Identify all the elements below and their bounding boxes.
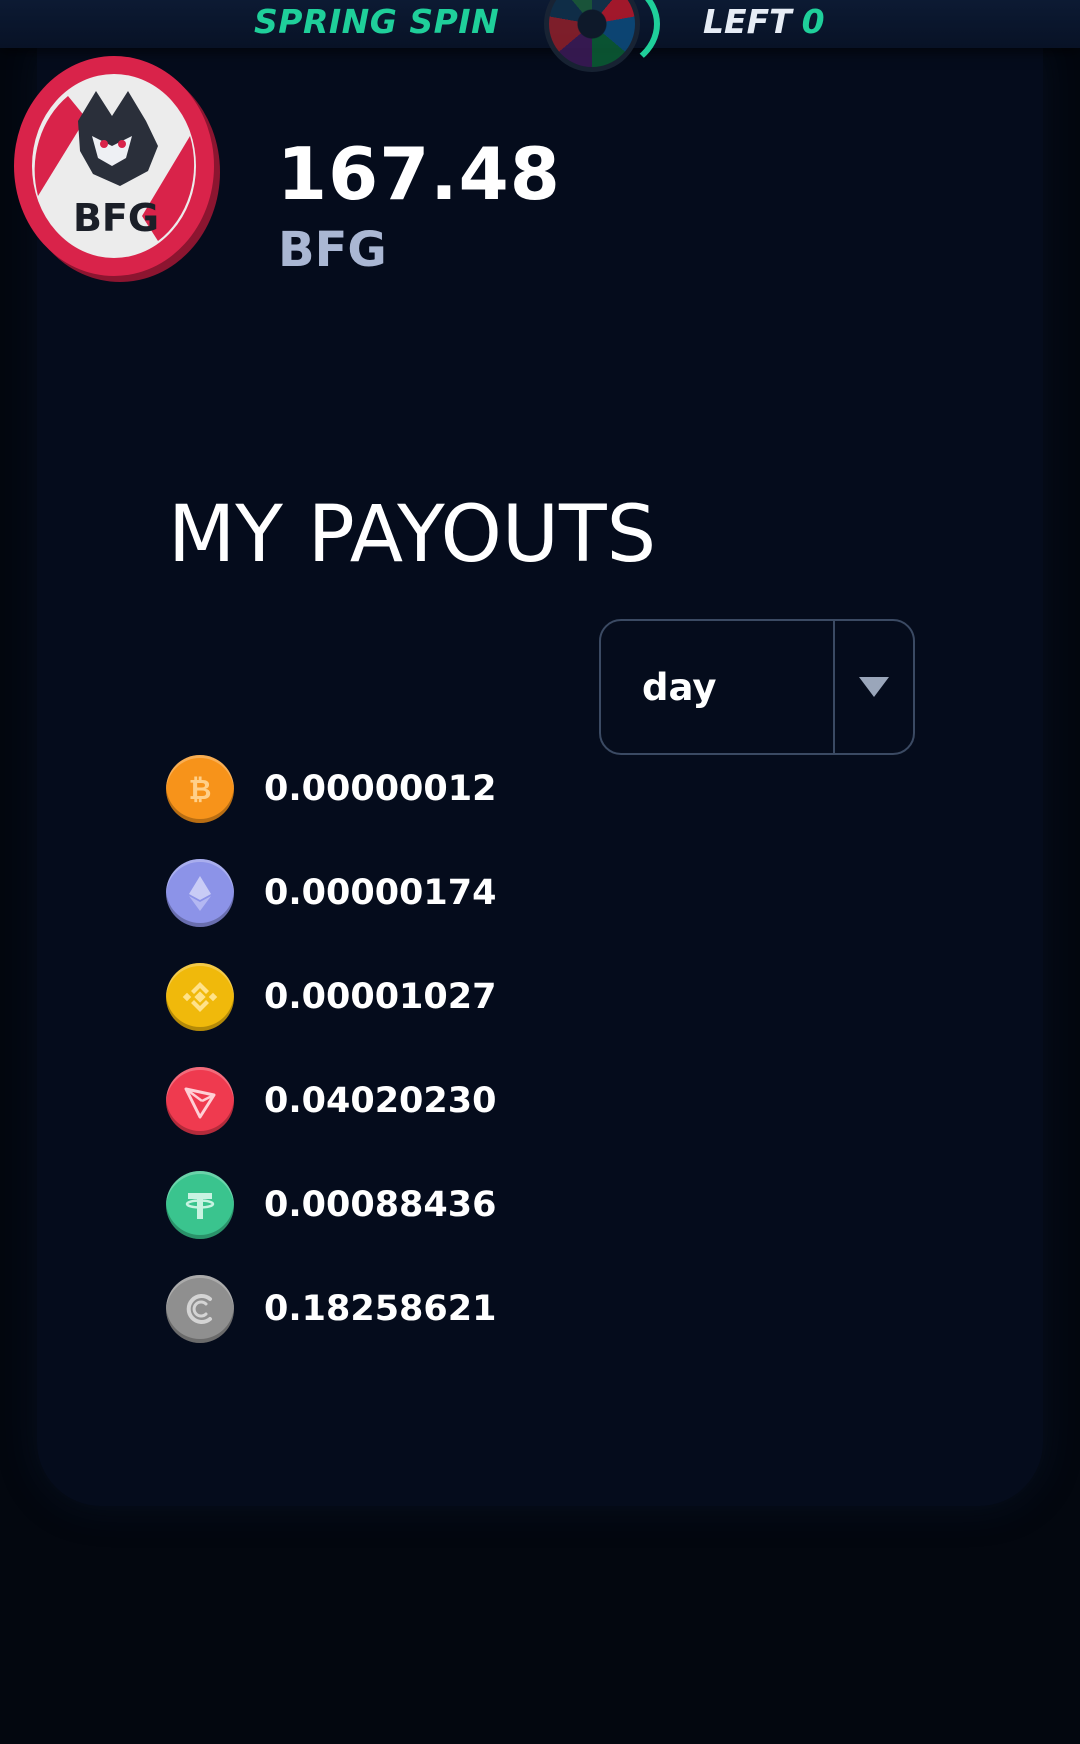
payout-amount-eth: 0.00000174 — [264, 873, 497, 913]
payout-row-btc: ₿ 0.00000012 — [166, 754, 496, 824]
promo-banner[interactable]: SPRING SPIN LEFT 0 — [0, 0, 1080, 74]
payout-amount-bnb: 0.00001027 — [264, 977, 497, 1017]
app-screen: SPRING SPIN LEFT 0 BFG 167.48 BFG MY PAYO… — [0, 0, 1080, 1744]
bnb-icon — [166, 963, 234, 1031]
svg-text:₿: ₿ — [189, 773, 212, 806]
balance-value: 167.48 — [277, 132, 561, 216]
bfg-token-logo: BFG — [14, 56, 220, 282]
payout-amount-trx: 0.04020230 — [264, 1081, 497, 1121]
period-dropdown-toggle[interactable] — [833, 621, 913, 753]
period-dropdown[interactable]: day — [599, 619, 915, 755]
payout-amount-other: 0.18258621 — [264, 1289, 497, 1329]
payout-amount-usdt: 0.00088436 — [264, 1185, 497, 1225]
payout-amount-btc: 0.00000012 — [264, 769, 497, 809]
spins-left-counter: LEFT 0 — [703, 2, 825, 41]
period-selected-value: day — [642, 665, 717, 709]
payouts-title: MY PAYOUTS — [168, 490, 657, 580]
bitcoin-icon: ₿ — [166, 755, 234, 823]
spins-left-count: 0 — [801, 2, 825, 41]
spins-left-label: LEFT — [703, 2, 792, 41]
tether-icon — [166, 1171, 234, 1239]
caret-down-icon — [859, 677, 889, 697]
balance-ticker: BFG — [278, 222, 387, 278]
ethereum-icon — [166, 859, 234, 927]
payout-row-bnb: 0.00001027 — [166, 962, 496, 1032]
coin-c-icon — [166, 1275, 234, 1343]
payout-row-other: 0.18258621 — [166, 1274, 496, 1344]
bfg-logo-text: BFG — [73, 196, 159, 240]
payout-row-trx: 0.04020230 — [166, 1066, 496, 1136]
payout-row-usdt: 0.00088436 — [166, 1170, 496, 1240]
payout-row-eth: 0.00000174 — [166, 858, 496, 928]
tron-icon — [166, 1067, 234, 1135]
promo-title: SPRING SPIN — [254, 2, 500, 41]
